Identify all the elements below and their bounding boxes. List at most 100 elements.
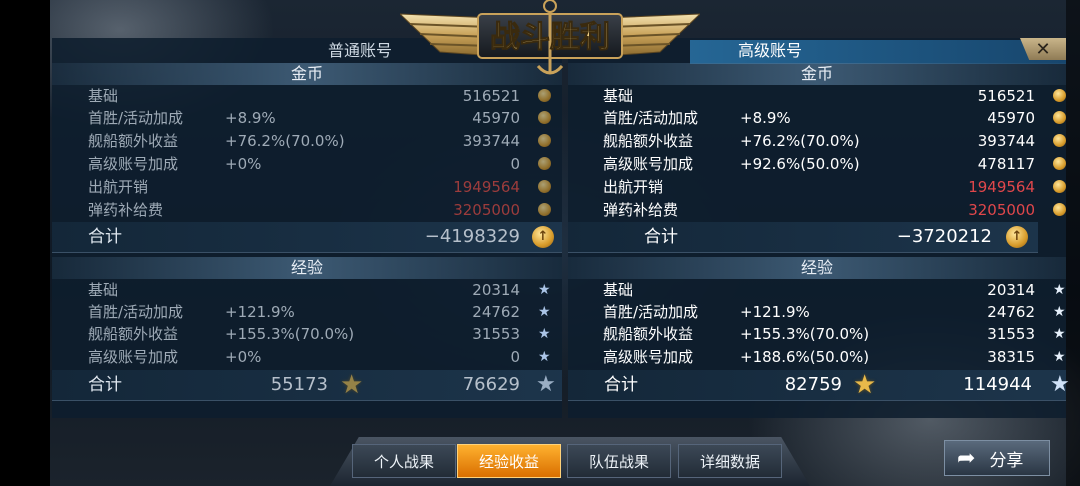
row-label: 出航开销 (603, 178, 664, 196)
normal-exp-header: 经验 (52, 257, 562, 279)
premium-gold-row: 出航开销 1949564 (603, 176, 1066, 198)
coin-icon (538, 111, 551, 124)
coin-icon (538, 203, 551, 216)
tab-detailed-data[interactable]: 详细数据 (678, 444, 782, 478)
row-value: 45970 (472, 109, 520, 127)
row-bonus: +8.9% (740, 109, 791, 127)
row-label: 弹药补给费 (603, 201, 679, 219)
banner-title: 战斗胜利 (490, 20, 610, 55)
row-label: 舰船额外收益 (603, 325, 694, 343)
row-value: 516521 (462, 87, 520, 105)
normal-gold-total: 合计 −4198329 ↑ (52, 222, 562, 253)
star-icon: ★ (1053, 326, 1066, 342)
total-label: 合计 (88, 227, 122, 247)
coin-icon (538, 180, 551, 193)
share-button[interactable]: ➦ 分享 (944, 440, 1050, 476)
star-icon: ★ (1053, 349, 1066, 365)
premium-exp-row: 舰船额外收益 +155.3%(70.0%) 31553 ★ (603, 323, 1066, 345)
star-icon: ★ (538, 349, 551, 365)
row-value: 516521 (977, 87, 1035, 105)
row-label: 高级账号加成 (88, 155, 179, 173)
row-bonus: +188.6%(50.0%) (740, 348, 870, 366)
premium-exp-row: 高级账号加成 +188.6%(50.0%) 38315 ★ (603, 346, 1066, 368)
coin-icon (1053, 203, 1066, 216)
row-value: 20314 (987, 281, 1035, 299)
star-icon: ★ (536, 372, 556, 397)
coin-icon (538, 157, 551, 170)
total-value: −4198329 (424, 226, 520, 247)
row-value: 0 (510, 155, 520, 173)
row-label: 出航开销 (88, 178, 149, 196)
normal-exp-row: 高级账号加成 +0% 0 ★ (88, 346, 558, 368)
victory-emblem: 战斗胜利 (400, 0, 700, 75)
row-label: 高级账号加成 (603, 348, 694, 366)
tab-personal-results[interactable]: 个人战果 (352, 444, 456, 478)
premium-account-title: 高级账号 (737, 41, 802, 60)
row-label: 首胜/活动加成 (88, 109, 184, 127)
row-label: 基础 (603, 87, 634, 105)
row-value: 45970 (987, 109, 1035, 127)
total-free-exp-value: 76629 (462, 374, 520, 395)
row-bonus: +76.2%(70.0%) (225, 132, 345, 150)
coin-icon: ↑ (1006, 226, 1028, 248)
row-value: 20314 (472, 281, 520, 299)
normal-gold-row: 首胜/活动加成 +8.9% 45970 (88, 107, 558, 129)
coin-icon (1053, 157, 1066, 170)
total-exp-value: 55173 (270, 374, 328, 395)
row-value: 24762 (987, 303, 1035, 321)
row-bonus: +0% (225, 348, 262, 366)
premium-gold-row: 首胜/活动加成 +8.9% 45970 (603, 107, 1066, 129)
tab-exp-earnings[interactable]: 经验收益 (457, 444, 561, 478)
normal-gold-row: 基础 516521 (88, 85, 558, 107)
gold-star-icon: ★ (340, 370, 364, 400)
tab-team-results[interactable]: 队伍战果 (567, 444, 671, 478)
coin-icon (538, 134, 551, 147)
row-value: 1949564 (968, 178, 1035, 196)
row-bonus: +92.6%(50.0%) (740, 155, 860, 173)
total-value: −3720212 (896, 226, 992, 247)
row-bonus: +121.9% (740, 303, 810, 321)
normal-gold-row: 出航开销 1949564 (88, 176, 558, 198)
row-value: 1949564 (453, 178, 520, 196)
premium-gold-row: 舰船额外收益 +76.2%(70.0%) 393744 (603, 130, 1066, 152)
row-label: 弹药补给费 (88, 201, 164, 219)
row-label: 首胜/活动加成 (603, 303, 699, 321)
coin-icon (1053, 180, 1066, 193)
premium-gold-total: 合计 −3720212 ↑ (568, 222, 1038, 253)
star-icon: ★ (538, 326, 551, 342)
gold-star-icon: ★ (853, 370, 877, 400)
star-icon: ★ (538, 304, 551, 320)
premium-gold-row: 弹药补给费 3205000 (603, 199, 1066, 221)
row-label: 基础 (603, 281, 634, 299)
row-bonus: +121.9% (225, 303, 295, 321)
row-label: 首胜/活动加成 (603, 109, 699, 127)
right-edge (1066, 0, 1080, 486)
premium-gold-row: 高级账号加成 +92.6%(50.0%) 478117 (603, 153, 1066, 175)
row-value: 31553 (987, 325, 1035, 343)
row-value: 3205000 (968, 201, 1035, 219)
premium-exp-header: 经验 (568, 257, 1066, 279)
total-label: 合计 (604, 375, 638, 395)
row-value: 3205000 (453, 201, 520, 219)
row-bonus: +155.3%(70.0%) (740, 325, 870, 343)
coin-icon: ↑ (532, 226, 554, 248)
row-value: 31553 (472, 325, 520, 343)
total-exp-value: 82759 (784, 374, 842, 395)
star-icon: ★ (538, 282, 551, 298)
row-bonus: +8.9% (225, 109, 276, 127)
coin-icon (1053, 111, 1066, 124)
coin-icon (1053, 89, 1066, 102)
premium-exp-row: 基础 20314 ★ (603, 279, 1066, 301)
premium-exp-row: 首胜/活动加成 +121.9% 24762 ★ (603, 301, 1066, 323)
coin-icon (538, 89, 551, 102)
left-edge (0, 0, 50, 486)
share-label: 分享 (989, 450, 1024, 471)
coin-icon (1053, 134, 1066, 147)
normal-gold-row: 舰船额外收益 +76.2%(70.0%) 393744 (88, 130, 558, 152)
row-label: 高级账号加成 (603, 155, 694, 173)
premium-exp-total: 合计 82759 ★ 114944 ★ (568, 370, 1070, 401)
normal-exp-row: 首胜/活动加成 +121.9% 24762 ★ (88, 301, 558, 323)
row-label: 舰船额外收益 (88, 132, 179, 150)
row-value: 393744 (462, 132, 520, 150)
row-label: 基础 (88, 87, 119, 105)
